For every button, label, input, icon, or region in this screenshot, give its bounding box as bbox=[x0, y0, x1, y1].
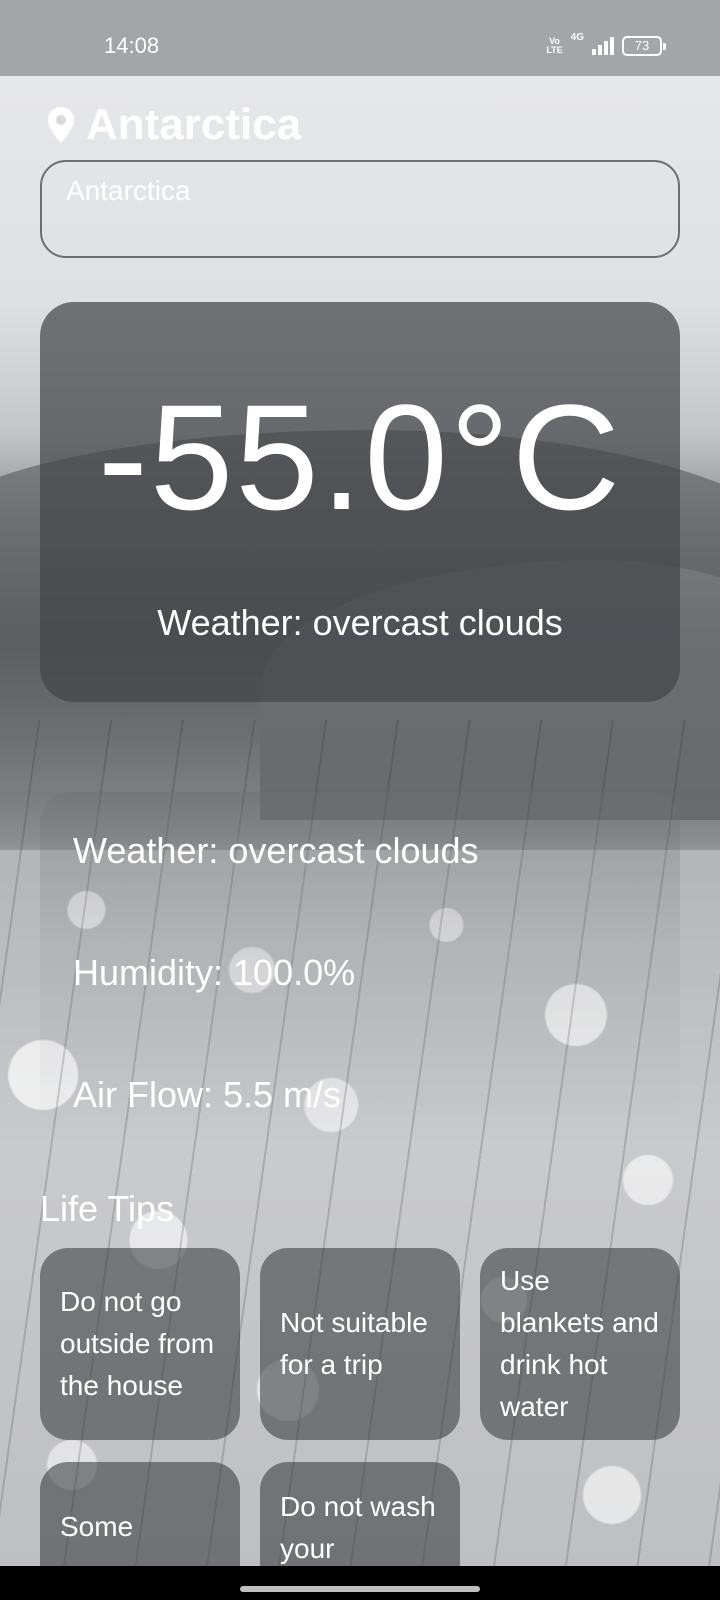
status-bar: 14:08 Vo LTE 4G 73 bbox=[0, 0, 720, 76]
current-weather-card: -55.0°C Weather: overcast clouds bbox=[40, 302, 680, 702]
detail-weather: Weather: overcast clouds bbox=[73, 830, 479, 871]
location-title: Antarctica bbox=[86, 100, 302, 149]
status-icons: Vo LTE 4G 73 bbox=[546, 32, 666, 58]
system-navigation-bar bbox=[0, 1566, 720, 1600]
temperature-value: -55.0°C bbox=[97, 373, 623, 541]
life-tips-title: Life Tips bbox=[40, 1188, 175, 1229]
tip-card: Do not go outside from the house bbox=[40, 1248, 240, 1440]
city-search-input[interactable] bbox=[40, 160, 680, 258]
tip-text: Not suitable for a trip bbox=[280, 1307, 428, 1380]
tip-text: Use blankets and drink hot water bbox=[500, 1265, 659, 1422]
volte-bottom-label: LTE bbox=[546, 45, 563, 55]
weather-description: Weather: overcast clouds bbox=[157, 602, 563, 643]
battery-icon: 73 bbox=[622, 36, 666, 56]
detail-humidity: Humidity: 100.0% bbox=[73, 952, 356, 993]
tip-card: Not suitable for a trip bbox=[260, 1248, 460, 1440]
life-tips-grid: Do not go outside from the house Not sui… bbox=[40, 1248, 680, 1566]
location-pin-icon bbox=[46, 106, 76, 144]
weather-details-card: Weather: overcast clouds Humidity: 100.0… bbox=[40, 792, 680, 1132]
detail-air-flow: Air Flow: 5.5 m/s bbox=[73, 1074, 342, 1115]
tip-text: Do not wash your bbox=[280, 1491, 436, 1564]
battery-level: 73 bbox=[634, 38, 650, 53]
location-header: Antarctica bbox=[46, 100, 301, 150]
tip-text: Some bbox=[60, 1511, 134, 1542]
network-type-label: 4G bbox=[570, 32, 584, 43]
status-time: 14:08 bbox=[104, 33, 160, 58]
home-gesture-handle[interactable] bbox=[240, 1586, 480, 1592]
tip-card: Use blankets and drink hot water bbox=[480, 1248, 680, 1440]
tip-card: Some bbox=[40, 1462, 240, 1566]
signal-strength-icon bbox=[592, 37, 614, 55]
tip-text: Do not go outside from the house bbox=[60, 1286, 215, 1401]
volte-icon: Vo LTE bbox=[546, 37, 562, 55]
tip-card: Do not wash your bbox=[260, 1462, 460, 1566]
